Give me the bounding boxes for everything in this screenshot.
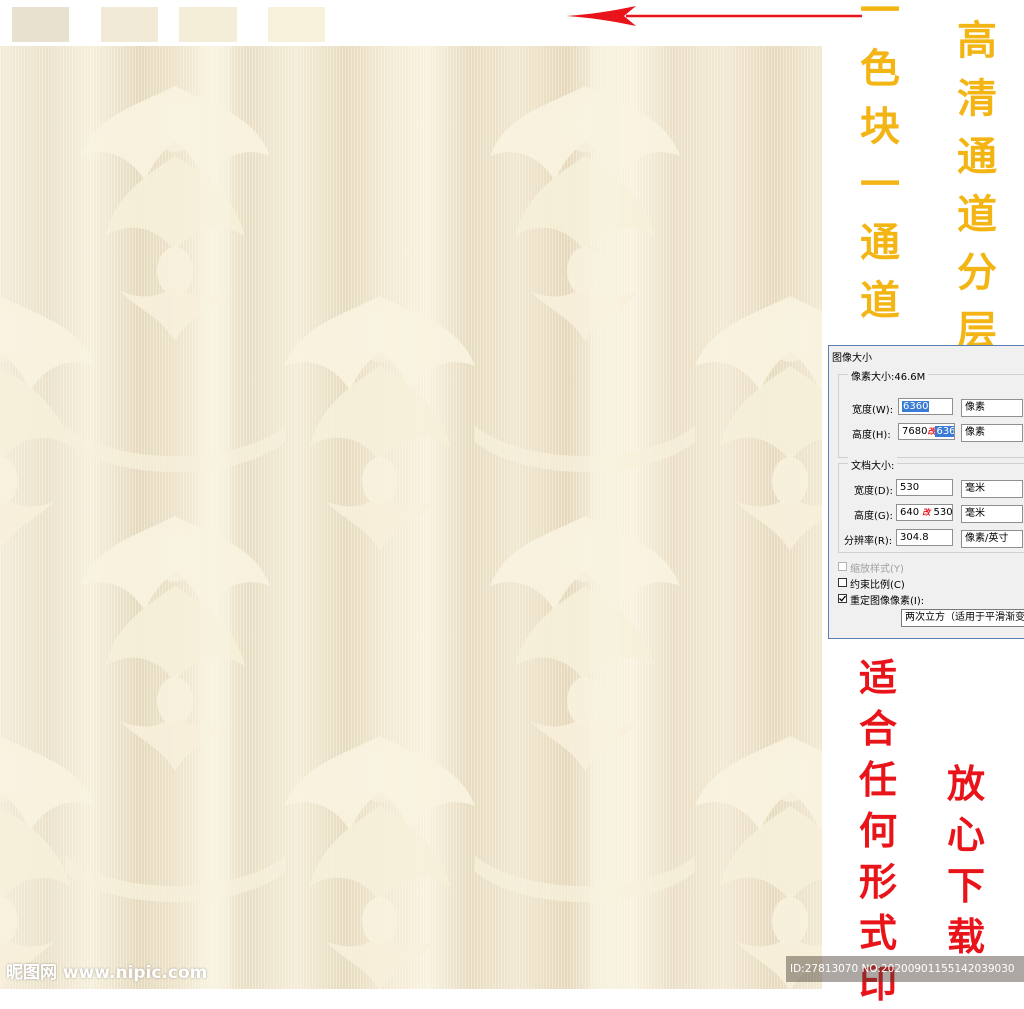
height-unit-select[interactable]: 像素⌄ [961,424,1023,442]
height-input[interactable]: 7680改6360 [898,423,955,440]
width-unit-select[interactable]: 像素⌄ [961,399,1023,417]
damask-motif-overlay [0,46,822,989]
doc-height-unit-select[interactable]: 毫米 [961,505,1023,523]
safe-download-caption: 放心下载 [946,761,985,959]
doc-height-input[interactable]: 640 改 530 [896,504,953,521]
resolution-input[interactable]: 304.8 [896,529,953,546]
image-size-dialog: 图像大小 像素大小:46.6M 宽度(W): 6360 像素⌄ 高度(H): 7… [828,345,1024,639]
height-label: 高度(H): [852,430,891,441]
scale-styles-checkbox[interactable] [838,562,847,571]
color-swatch-2 [101,7,158,42]
width-label: 宽度(W): [852,405,894,416]
color-swatch-4 [268,7,325,42]
resample-label: 重定图像像素(I): [850,596,925,607]
nipic-watermark-logo: 昵图网 www.nipic.com [6,963,208,983]
width-input[interactable]: 6360 [898,398,953,415]
resample-checkbox[interactable] [838,594,847,603]
doc-width-unit-select[interactable]: 毫米 [961,480,1023,498]
color-swatch-1 [12,7,69,42]
constrain-proportions-label: 约束比例(C) [850,580,905,591]
scale-styles-label: 缩放样式(Y) [850,564,904,575]
document-size-label: 文档大小: [848,457,898,472]
doc-width-label: 宽度(D): [854,486,893,497]
hd-layer-caption: 高清通道分层 [957,17,997,354]
image-id-watermark: ID:27813070 NO:20200901155142039030 [786,956,1024,982]
resample-method-select[interactable]: 两次立方（适用于平滑渐变） [901,609,1024,627]
resolution-label: 分辨率(R): [844,536,893,547]
doc-height-label: 高度(G): [854,511,893,522]
checkmark-icon [839,595,847,602]
doc-width-input[interactable]: 530 [896,479,953,496]
dialog-title: 图像大小 [832,353,872,364]
color-channel-caption: 一色块一通道 [860,0,900,324]
color-swatch-3 [179,7,237,42]
pixel-dimensions-label: 像素大小:46.6M [848,368,929,383]
resolution-unit-select[interactable]: 像素/英寸 [961,530,1023,548]
constrain-proportions-checkbox[interactable] [838,578,847,587]
damask-wallpaper-pattern [0,46,822,989]
left-arrow-icon [566,6,862,26]
